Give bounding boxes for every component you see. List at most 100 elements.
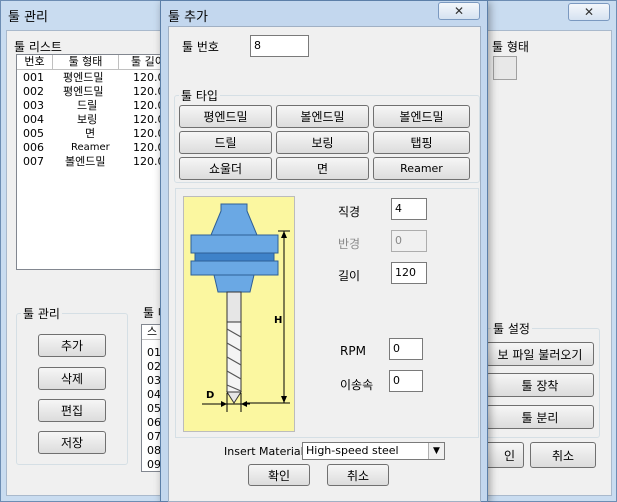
cell-number: 007 bbox=[23, 155, 44, 168]
drill-tool-diagram: H D bbox=[190, 203, 290, 412]
type-reamer-button[interactable]: Reamer bbox=[373, 157, 470, 180]
radius-field[interactable]: 0 bbox=[391, 230, 427, 252]
window-close-button[interactable]: ✕ bbox=[568, 3, 610, 21]
tool-list[interactable]: 번호 툴 형태 툴 길이 001 평엔드밀 120.0 002 평엔드밀 120.0 0… bbox=[16, 54, 162, 270]
tool-number-label: 툴 번호 bbox=[182, 40, 219, 54]
chevron-down-icon[interactable]: ▼ bbox=[428, 443, 444, 459]
cell-length: 120.0 bbox=[133, 113, 162, 126]
list-item-text: 08 bbox=[147, 444, 161, 457]
cell-number: 004 bbox=[23, 113, 44, 126]
load-file-button[interactable]: 보 파일 불러오기 bbox=[486, 342, 594, 366]
tool-settings-legend: 툴 설정 bbox=[493, 322, 530, 336]
detach-tool-button[interactable]: 툴 분리 bbox=[486, 405, 594, 429]
list-item-text: 01 bbox=[147, 346, 161, 359]
back-ok-button[interactable]: 인 bbox=[484, 442, 524, 468]
holder-flange-lower bbox=[190, 260, 279, 276]
cell-length: 120.0 bbox=[133, 141, 162, 154]
close-icon: ✕ bbox=[453, 4, 465, 18]
cell-type: 볼엔드밀 bbox=[65, 155, 106, 168]
cell-type: 면 bbox=[85, 127, 96, 140]
type-face-button[interactable]: 면 bbox=[276, 157, 369, 180]
holder-body bbox=[213, 274, 255, 293]
table-row[interactable]: 006 Reamer 120.0 bbox=[17, 141, 161, 155]
type-ball-endmill-2-button[interactable]: 볼엔드밀 bbox=[373, 105, 470, 128]
column-header-number[interactable]: 번호 bbox=[17, 55, 53, 70]
cell-type: 평엔드밀 bbox=[63, 71, 104, 84]
tool-shape-preview bbox=[493, 56, 517, 80]
tool-list-label: 툴 리스트 bbox=[14, 40, 62, 54]
cell-type: Reamer bbox=[71, 142, 110, 153]
rpm-field[interactable]: 0 bbox=[389, 338, 423, 360]
table-row[interactable]: 007 볼엔드밀 120.0 bbox=[17, 155, 161, 169]
type-boring-button[interactable]: 보링 bbox=[276, 131, 369, 154]
diameter-field[interactable]: 4 bbox=[391, 198, 427, 220]
edit-button[interactable]: 편집 bbox=[38, 399, 106, 422]
holder-flange bbox=[190, 234, 279, 254]
table-row[interactable]: 002 평엔드밀 120.0 bbox=[17, 85, 161, 99]
window-title: 툴 관리 bbox=[8, 10, 49, 25]
drill-tip bbox=[226, 391, 242, 404]
length-field[interactable]: 120 bbox=[391, 262, 427, 284]
table-row[interactable]: 001 평엔드밀 120.0 bbox=[17, 71, 161, 85]
list-item-text: 03 bbox=[147, 374, 161, 387]
list-item-text: 06 bbox=[147, 416, 161, 429]
close-icon: ✕ bbox=[583, 5, 595, 19]
list-item-text: 09 bbox=[147, 458, 161, 471]
drill-shank bbox=[226, 291, 242, 323]
diameter-label: 직경 bbox=[338, 205, 361, 219]
dialog-close-button[interactable]: ✕ bbox=[438, 2, 480, 20]
cell-number: 001 bbox=[23, 71, 44, 84]
type-ball-endmill-button[interactable]: 볼엔드밀 bbox=[276, 105, 369, 128]
rpm-label: RPM bbox=[340, 344, 366, 358]
column-header-length[interactable]: 툴 길이 bbox=[119, 55, 161, 70]
tool-illustration: H D bbox=[183, 196, 295, 432]
holder-groove bbox=[194, 252, 275, 262]
insert-material-select[interactable]: High-speed steel ▼ bbox=[302, 442, 445, 460]
feed-rate-label: 이송속 bbox=[340, 378, 374, 392]
table-row[interactable]: 003 드릴 120.0 bbox=[17, 99, 161, 113]
cell-length: 120.0 bbox=[133, 155, 162, 168]
type-flat-endmill-button[interactable]: 평엔드밀 bbox=[179, 105, 272, 128]
length-label: 길이 bbox=[338, 269, 361, 283]
list-item-text: 04 bbox=[147, 388, 161, 401]
insert-material-label: Insert Material bbox=[224, 445, 304, 458]
cell-length: 120.0 bbox=[133, 99, 162, 112]
type-shoulder-button[interactable]: 쇼울더 bbox=[179, 157, 272, 180]
save-button[interactable]: 저장 bbox=[38, 431, 106, 454]
cell-type: 보링 bbox=[77, 113, 98, 126]
list-item-text: 07 bbox=[147, 430, 161, 443]
list-item-text: 05 bbox=[147, 402, 161, 415]
dialog-title: 툴 추가 bbox=[168, 10, 209, 25]
ok-button[interactable]: 확인 bbox=[248, 464, 310, 486]
cell-length: 120.0 bbox=[133, 71, 162, 84]
tool-management-legend: 툴 관리 bbox=[23, 307, 60, 321]
list-item-text: 02 bbox=[147, 360, 161, 373]
d-dimension-label: D bbox=[206, 390, 214, 401]
type-tapping-button[interactable]: 탭핑 bbox=[373, 131, 470, 154]
tool-number-field[interactable]: 8 bbox=[250, 35, 309, 57]
cell-number: 006 bbox=[23, 141, 44, 154]
table-row[interactable]: 005 면 120.0 bbox=[17, 127, 161, 141]
cell-type: 드릴 bbox=[77, 99, 98, 112]
holder-cone bbox=[210, 203, 258, 236]
insert-material-value: High-speed steel bbox=[306, 444, 399, 457]
radius-label: 반경 bbox=[338, 237, 361, 251]
table-row[interactable]: 004 보링 120.0 bbox=[17, 113, 161, 127]
delete-button[interactable]: 삭제 bbox=[38, 367, 106, 390]
cell-number: 003 bbox=[23, 99, 44, 112]
h-dimension-label: H bbox=[274, 315, 282, 326]
tool-type-legend: 툴 타입 bbox=[181, 89, 218, 103]
type-drill-button[interactable]: 드릴 bbox=[179, 131, 272, 154]
mount-tool-button[interactable]: 툴 장착 bbox=[486, 373, 594, 397]
add-button[interactable]: 추가 bbox=[38, 334, 106, 357]
cancel-button[interactable]: 취소 bbox=[327, 464, 389, 486]
feed-rate-field[interactable]: 0 bbox=[389, 370, 423, 392]
tool-shape-label: 툴 형태 bbox=[492, 40, 529, 54]
column-header-type[interactable]: 툴 형태 bbox=[53, 55, 119, 70]
cell-type: 평엔드밀 bbox=[63, 85, 104, 98]
cell-number: 002 bbox=[23, 85, 44, 98]
cell-length: 120.0 bbox=[133, 127, 162, 140]
cell-number: 005 bbox=[23, 127, 44, 140]
back-cancel-button[interactable]: 취소 bbox=[530, 442, 596, 468]
cell-length: 120.0 bbox=[133, 85, 162, 98]
